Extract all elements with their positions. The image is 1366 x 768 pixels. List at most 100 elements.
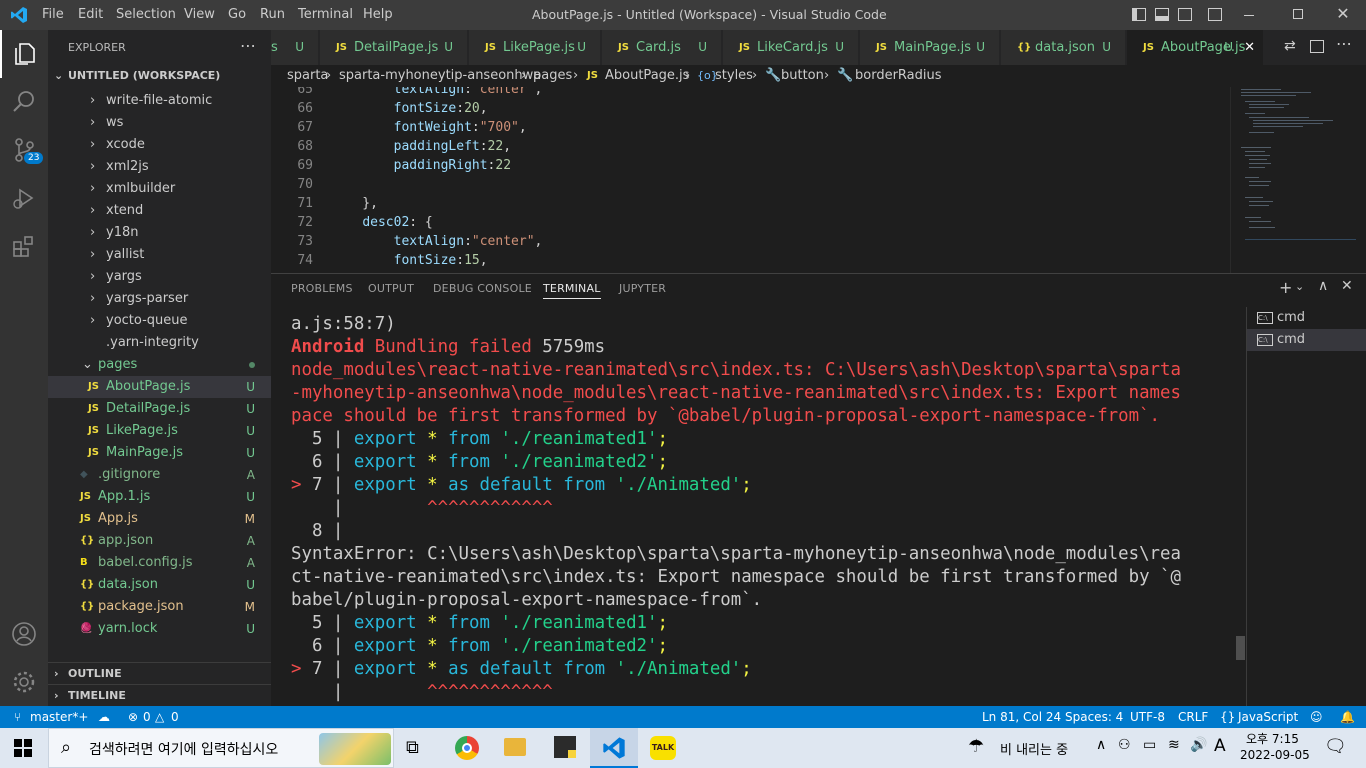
- more-actions-icon[interactable]: ⋯: [240, 36, 256, 55]
- chrome-icon[interactable]: [455, 736, 479, 760]
- vscode-logo-icon[interactable]: [10, 6, 28, 24]
- explorer-icon[interactable]: [0, 30, 48, 78]
- language-mode[interactable]: JavaScript: [1238, 706, 1298, 728]
- open-changes-icon[interactable]: ⇄: [1284, 38, 1296, 54]
- extensions-icon[interactable]: [0, 222, 48, 270]
- file-item[interactable]: Bbabel.config.js A: [48, 552, 271, 574]
- clock-date[interactable]: 2022-09-05: [1240, 748, 1310, 762]
- file-yarn-integrity[interactable]: .yarn-integrity: [48, 332, 271, 354]
- folder-item[interactable]: › xcode: [48, 134, 271, 156]
- chevron-up-icon[interactable]: ∧: [1096, 737, 1106, 753]
- menu-edit[interactable]: Edit: [78, 0, 103, 30]
- terminal-item[interactable]: C:\ cmd: [1247, 307, 1366, 329]
- file-item[interactable]: JS AboutPage.js U: [48, 376, 271, 398]
- folder-pages[interactable]: ⌄ pages: [48, 354, 271, 376]
- source-control-icon[interactable]: 23: [0, 126, 48, 174]
- file-item[interactable]: {} package.json M: [48, 596, 271, 618]
- folder-item[interactable]: › yargs-parser: [48, 288, 271, 310]
- toggle-secondary-sidebar-icon[interactable]: [1178, 8, 1192, 21]
- maximize-panel-icon[interactable]: ∧: [1318, 278, 1328, 294]
- file-item[interactable]: {} app.json A: [48, 530, 271, 552]
- file-item[interactable]: JS MainPage.js U: [48, 442, 271, 464]
- close-window-icon[interactable]: ✕: [1333, 4, 1353, 24]
- breadcrumb-item[interactable]: styles: [715, 65, 753, 87]
- menu-run[interactable]: Run: [260, 0, 285, 30]
- customize-layout-icon[interactable]: [1208, 8, 1222, 21]
- vscode-taskbar-button[interactable]: [590, 728, 638, 768]
- split-editor-icon[interactable]: [1310, 40, 1324, 53]
- editor-tab[interactable]: JS MainPage.js U: [860, 30, 1000, 65]
- menu-selection[interactable]: Selection: [116, 0, 176, 30]
- tab-debug-console[interactable]: DEBUG CONSOLE: [433, 282, 532, 295]
- minimap[interactable]: [1230, 87, 1365, 273]
- breadcrumb-item[interactable]: AboutPage.js: [605, 65, 689, 87]
- account-icon[interactable]: [0, 610, 48, 658]
- menu-file[interactable]: File: [42, 0, 64, 30]
- wifi-icon[interactable]: ≋: [1168, 737, 1180, 753]
- outline-section[interactable]: › OUTLINE: [48, 662, 271, 684]
- more-actions-icon[interactable]: ⋯: [1336, 34, 1352, 53]
- minimize-icon[interactable]: [1244, 15, 1254, 16]
- file-item[interactable]: JS App.js M: [48, 508, 271, 530]
- battery-icon[interactable]: ▭: [1143, 737, 1156, 753]
- indentation[interactable]: Spaces: 4: [1065, 706, 1123, 728]
- notification-center-icon[interactable]: 🗨: [1324, 736, 1347, 757]
- editor-tab[interactable]: JS Card.js U: [602, 30, 722, 65]
- menu-go[interactable]: Go: [228, 0, 246, 30]
- breadcrumb-item[interactable]: button: [781, 65, 824, 87]
- terminal-scrollbar[interactable]: [1236, 636, 1245, 660]
- folder-item[interactable]: › xmlbuilder: [48, 178, 271, 200]
- toggle-panel-icon[interactable]: [1155, 8, 1169, 21]
- weather-rain-icon[interactable]: ☂: [968, 736, 984, 757]
- menu-terminal[interactable]: Terminal: [298, 0, 353, 30]
- people-icon[interactable]: ⚇: [1118, 737, 1131, 753]
- tab-jupyter[interactable]: JUPYTER: [619, 282, 666, 295]
- file-item[interactable]: 🧶 yarn.lock U: [48, 618, 271, 640]
- task-view-icon[interactable]: ⧉: [406, 737, 419, 758]
- new-terminal-icon[interactable]: +: [1279, 278, 1292, 297]
- folder-item[interactable]: › yallist: [48, 244, 271, 266]
- sticky-notes-icon[interactable]: [554, 736, 576, 758]
- sync-icon[interactable]: ☁: [98, 706, 110, 728]
- editor-tab[interactable]: JS LikeCard.js U: [723, 30, 859, 65]
- close-tab-icon[interactable]: ✕: [1244, 30, 1255, 65]
- notifications-bell-icon[interactable]: 🔔: [1340, 706, 1355, 728]
- manage-gear-icon[interactable]: [0, 658, 48, 706]
- feedback-icon[interactable]: ☺: [1310, 706, 1323, 728]
- editor-tab[interactable]: JS LikePage.js U: [469, 30, 601, 65]
- breadcrumb-item[interactable]: sparta-myhoneytip-anseonhwa: [339, 65, 541, 87]
- tab-terminal[interactable]: TERMINAL: [543, 282, 601, 299]
- code-editor[interactable]: 65 textAlign:"center", 66 fontSize:20, 67 …: [271, 87, 1366, 273]
- chevron-down-icon[interactable]: ⌄: [1295, 280, 1304, 293]
- toggle-sidebar-icon[interactable]: [1132, 8, 1146, 21]
- editor-tab[interactable]: {} data.json U: [1001, 30, 1126, 65]
- breadcrumb-item[interactable]: sparta: [287, 65, 328, 87]
- git-branch[interactable]: master*+: [30, 706, 88, 728]
- folder-item[interactable]: › xml2js: [48, 156, 271, 178]
- tab-output[interactable]: OUTPUT: [368, 282, 414, 295]
- encoding[interactable]: UTF-8: [1130, 706, 1165, 728]
- restore-icon[interactable]: [1293, 9, 1303, 19]
- file-explorer-icon[interactable]: [504, 738, 526, 756]
- taskbar-search-box[interactable]: ⌕ 검색하려면 여기에 입력하십시오: [48, 728, 394, 768]
- folder-item[interactable]: › xtend: [48, 200, 271, 222]
- folder-item[interactable]: › yocto-queue: [48, 310, 271, 332]
- file-item[interactable]: JS App.1.js U: [48, 486, 271, 508]
- folder-item[interactable]: › yargs: [48, 266, 271, 288]
- ime-indicator[interactable]: A: [1214, 736, 1226, 756]
- breadcrumb-item[interactable]: borderRadius: [855, 65, 942, 87]
- timeline-section[interactable]: › TIMELINE: [48, 684, 271, 706]
- warning-count[interactable]: 0: [171, 706, 179, 728]
- close-panel-icon[interactable]: ✕: [1341, 278, 1353, 294]
- run-debug-icon[interactable]: [0, 174, 48, 222]
- menu-help[interactable]: Help: [363, 0, 393, 30]
- weather-text[interactable]: 비 내리는 중: [1000, 739, 1068, 758]
- clock-time[interactable]: 오후 7:15: [1246, 730, 1299, 747]
- file-item[interactable]: JS LikePage.js U: [48, 420, 271, 442]
- editor-tab[interactable]: sU: [271, 30, 319, 65]
- cursor-position[interactable]: Ln 81, Col 24: [982, 706, 1061, 728]
- editor-tab[interactable]: JS DetailPage.js U: [320, 30, 468, 65]
- file-item[interactable]: JS DetailPage.js U: [48, 398, 271, 420]
- folder-item[interactable]: › y18n: [48, 222, 271, 244]
- volume-icon[interactable]: 🔊: [1190, 737, 1207, 753]
